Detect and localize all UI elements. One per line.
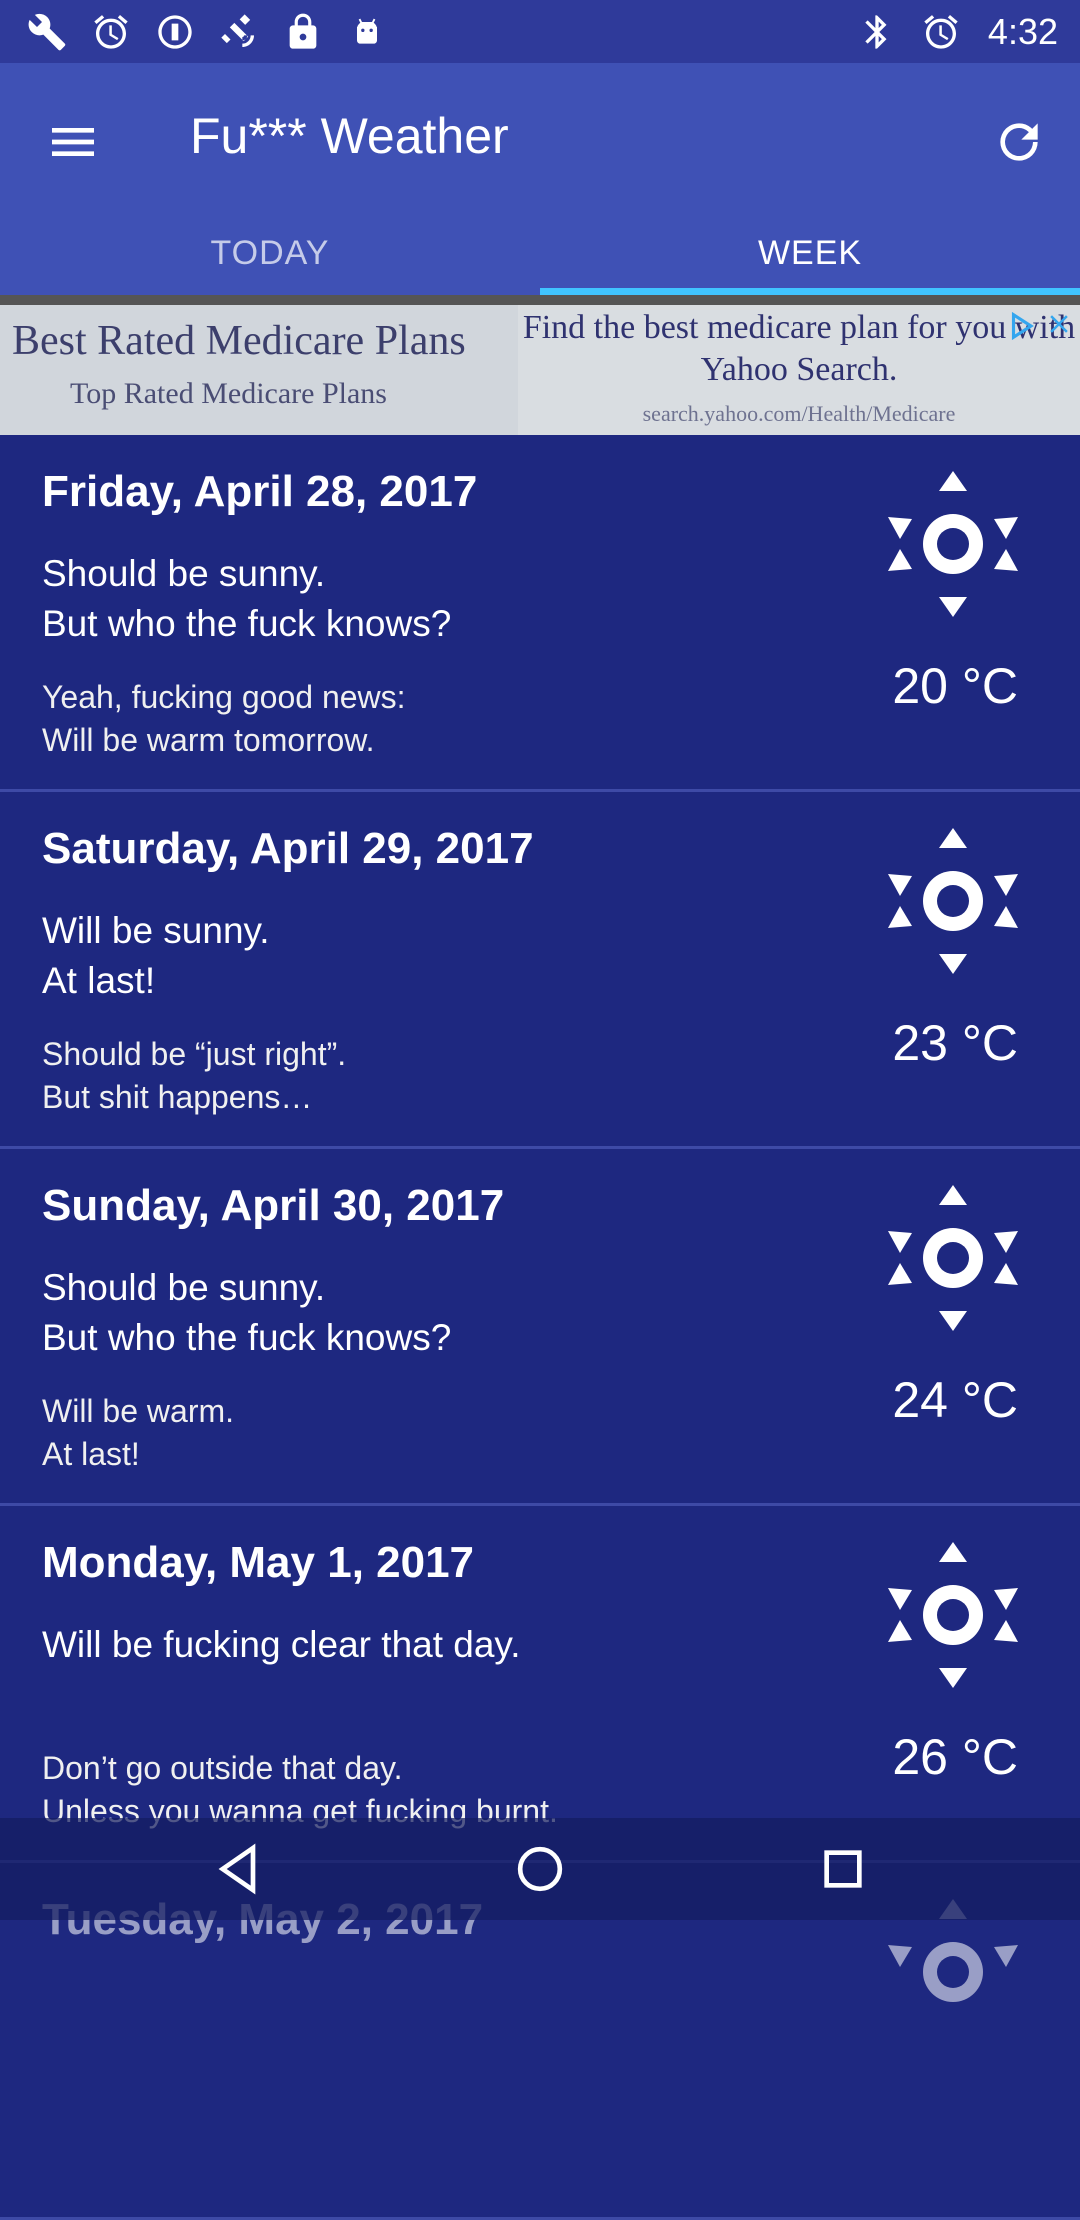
- app-bar: Fu*** Weather TODAY WEEK: [0, 63, 1080, 295]
- ad-text: Find the best medicare plan for you with…: [522, 309, 1076, 388]
- hamburger-menu-icon: [52, 128, 94, 156]
- day-temperature: 20 °C: [892, 658, 1018, 714]
- day-date: Friday, April 28, 2017: [42, 467, 478, 516]
- forecast-list[interactable]: Friday, April 28, 2017 Should be sunny. …: [0, 435, 1080, 2220]
- day-date: Monday, May 1, 2017: [42, 1538, 475, 1587]
- alarm-icon: [90, 11, 132, 53]
- ad-url: search.yahoo.com/Health/Medicare: [642, 401, 956, 426]
- sun-icon: [888, 828, 1018, 974]
- refresh-button[interactable]: [984, 107, 1054, 177]
- status-bar: 4:32: [0, 0, 1080, 63]
- forecast-day[interactable]: Monday, May 1, 2017 Will be fucking clea…: [0, 1506, 1080, 1863]
- bluetooth-icon: [856, 11, 898, 53]
- day-description: Should be sunny. But who the fuck knows?: [42, 553, 452, 644]
- day-date: Saturday, April 29, 2017: [42, 824, 534, 873]
- menu-button[interactable]: [42, 111, 104, 173]
- wrench-icon: [26, 11, 68, 53]
- home-button[interactable]: [507, 1836, 573, 1902]
- app-title: Fu*** Weather: [190, 108, 509, 164]
- navigation-bar: [0, 1818, 1080, 1920]
- home-icon: [517, 1846, 563, 1892]
- day-description: Will be sunny. At last!: [42, 910, 270, 1001]
- status-bar-notifications: [26, 11, 388, 53]
- ad-banner[interactable]: Best Rated Medicare Plans Top Rated Medi…: [0, 295, 1080, 435]
- day-temperature: 26 °C: [892, 1729, 1018, 1785]
- status-bar-time: 4:32: [987, 10, 1058, 52]
- forecast-day[interactable]: Sunday, April 30, 2017 Should be sunny. …: [0, 1149, 1080, 1506]
- refresh-icon: [1000, 123, 1038, 161]
- ad-text-block[interactable]: Find the best medicare plan for you with…: [518, 305, 1080, 435]
- lock-icon: [282, 11, 324, 53]
- ad-subheadline: Top Rated Medicare Plans: [70, 377, 387, 410]
- sun-icon: [888, 1185, 1018, 1331]
- recents-icon: [824, 1850, 862, 1888]
- ad-close-icon[interactable]: [1044, 309, 1078, 343]
- info-circle-icon: [154, 11, 196, 53]
- day-comment: Yeah, fucking good news: Will be warm to…: [42, 679, 406, 758]
- ad-choices-icon[interactable]: [1006, 311, 1040, 345]
- ad-headline: Best Rated Medicare Plans: [12, 318, 466, 364]
- satellite-icon: [218, 11, 260, 53]
- android-icon: [346, 11, 388, 53]
- tab-today[interactable]: TODAY: [0, 223, 540, 295]
- recents-button[interactable]: [810, 1836, 876, 1902]
- sun-icon: [888, 471, 1018, 617]
- forecast-day[interactable]: Saturday, April 29, 2017 Will be sunny. …: [0, 792, 1080, 1149]
- day-temperature: 24 °C: [892, 1372, 1018, 1428]
- sun-icon: [888, 1542, 1018, 1688]
- alarm-icon: [920, 11, 962, 53]
- forecast-day[interactable]: Friday, April 28, 2017 Should be sunny. …: [0, 435, 1080, 792]
- back-button[interactable]: [206, 1836, 272, 1902]
- day-description: Will be fucking clear that day.: [42, 1624, 521, 1665]
- status-bar-system: 4:32: [856, 11, 1058, 53]
- day-temperature: 23 °C: [892, 1015, 1018, 1071]
- day-comment: Will be warm. At last!: [42, 1393, 235, 1472]
- tab-week[interactable]: WEEK: [540, 223, 1080, 295]
- ad-image[interactable]: Best Rated Medicare Plans Top Rated Medi…: [0, 305, 518, 435]
- day-comment: Should be “just right”. But shit happens…: [42, 1036, 347, 1115]
- tab-bar: TODAY WEEK: [0, 223, 1080, 295]
- sun-icon: [888, 1899, 1018, 2045]
- day-description: Should be sunny. But who the fuck knows?: [42, 1267, 452, 1358]
- back-icon: [218, 1843, 256, 1895]
- day-date: Sunday, April 30, 2017: [42, 1181, 505, 1230]
